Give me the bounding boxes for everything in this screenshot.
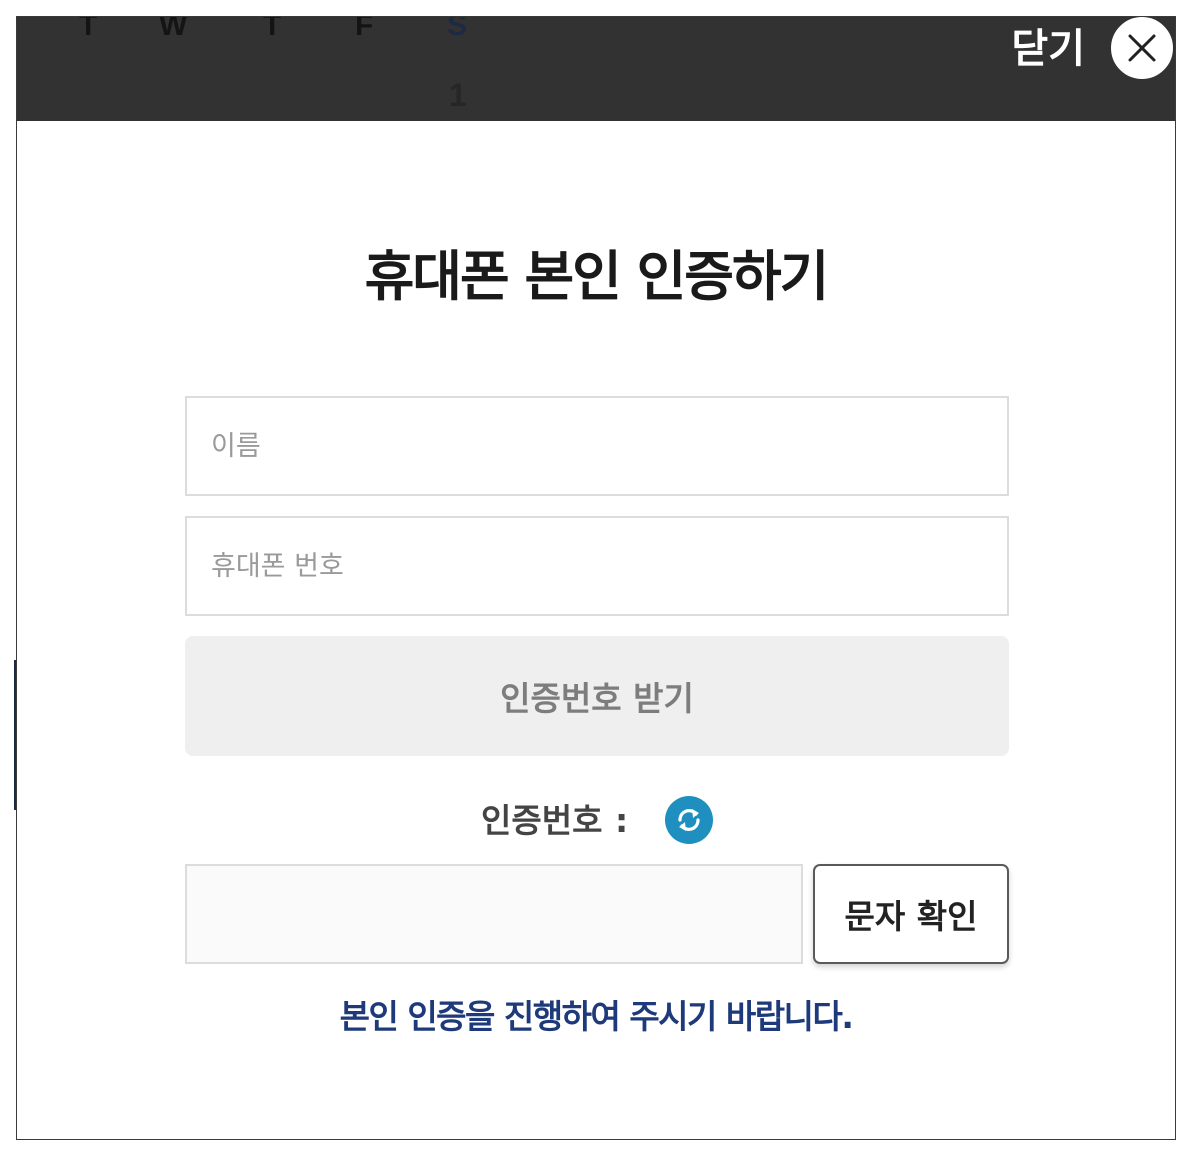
- phone-number-input[interactable]: [185, 516, 1009, 616]
- name-input[interactable]: [185, 396, 1009, 496]
- close-label[interactable]: 닫기: [1011, 25, 1085, 73]
- weekday-label: S: [447, 16, 468, 42]
- calendar-date: 1: [449, 77, 467, 113]
- auth-code-label: 인증번호: [481, 801, 603, 840]
- refresh-icon[interactable]: [665, 796, 713, 844]
- auth-code-colon: :: [615, 801, 629, 840]
- close-icon: [1128, 34, 1156, 62]
- weekday-label: T: [263, 16, 282, 42]
- close-button[interactable]: [1109, 17, 1175, 81]
- refresh-arrows-icon: [678, 809, 700, 831]
- request-code-button[interactable]: 인증번호 받기: [185, 636, 1009, 756]
- phone-verification-modal: T W T F S 1 닫기 휴대폰 본인 인증하기 인증번호 받기 인증번호 …: [16, 16, 1176, 1140]
- auth-code-input[interactable]: [185, 864, 803, 964]
- modal-title: 휴대폰 본인 인증하기: [364, 245, 830, 308]
- sms-confirm-button[interactable]: 문자 확인: [813, 864, 1009, 964]
- modal-header-bar: T W T F S 1 닫기: [17, 17, 1175, 121]
- weekday-label: W: [159, 16, 188, 42]
- verification-notice: 본인 인증을 진행하여 주시기 바랍니다.: [339, 997, 854, 1036]
- weekday-label: T: [79, 16, 98, 42]
- page: T W T F S 1 닫기 휴대폰 본인 인증하기 인증번호 받기 인증번호 …: [0, 0, 1192, 1158]
- weekday-label: F: [355, 16, 374, 42]
